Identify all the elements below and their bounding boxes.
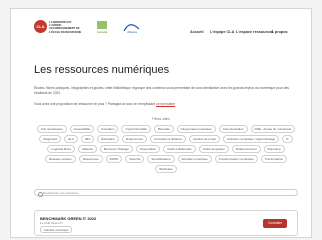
filter-tag[interactable]: Biennale (153, 125, 174, 133)
svg-text:Alberta: Alberta (127, 30, 137, 34)
filter-tag[interactable]: Sobriété numérique (177, 155, 212, 163)
filter-tag[interactable]: Reporting (263, 145, 285, 153)
filter-tag[interactable]: Diagnostic (39, 135, 62, 143)
filter-tag[interactable]: RGPD (105, 155, 123, 163)
filter-tag[interactable]: Transformation numérique (214, 155, 258, 163)
filter-tag[interactable]: Mentorat / Pilotage (99, 145, 133, 153)
cla-logo[interactable]: CLA (34, 20, 47, 33)
filter-tag[interactable]: IMH (80, 135, 95, 143)
filter-tag[interactable]: Ressources (78, 155, 103, 163)
page-title: Les ressources numériques (34, 64, 170, 76)
filter-tag[interactable]: Logiciels libres (47, 145, 76, 153)
resource-card: BENCHMARK GREEN IT 2022 Le Club Green IT… (34, 210, 298, 236)
filter-tag[interactable]: Éducation (97, 135, 119, 143)
filter-tag[interactable]: Formation à distance (150, 135, 187, 143)
filter-tag[interactable]: Matériel (78, 145, 97, 153)
filter-title: Filtres utiles (152, 117, 170, 121)
search-placeholder: Rechercher une ressource (43, 191, 79, 196)
nav-a-propos[interactable]: À propos (271, 30, 288, 34)
partner-logo-canada: Canada (97, 21, 108, 34)
filter-tag[interactable]: Outils de gestion (198, 145, 230, 153)
filter-tag[interactable]: Financement (121, 135, 148, 143)
filter-tag[interactable]: Sensibilisation (147, 155, 175, 163)
filter-tag[interactable]: Webinaire (155, 165, 177, 173)
filter-tag[interactable]: Référencement (232, 145, 261, 153)
filter-tag[interactable]: Accessibilité (69, 125, 95, 133)
resource-source: Le Club Green IT (40, 221, 64, 225)
filter-tag[interactable]: Communication (218, 125, 248, 133)
search-input[interactable]: Rechercher une ressource (34, 189, 298, 197)
resource-tag[interactable]: Sobriété numérique (40, 226, 73, 233)
site-header: CLA LA MINORITÉ EST L'AVENIR • ACCOMPAGN… (11, 9, 311, 47)
page: CLA LA MINORITÉ EST L'AVENIR • ACCOMPAGN… (10, 8, 312, 238)
page-description: Études, fiches pratiques, infographies e… (34, 86, 289, 95)
page-intro: Vous avez une proposition de ressource e… (34, 102, 296, 107)
filter-tag[interactable]: Openedition (135, 145, 161, 153)
filter-tag[interactable]: Citoyenneté numérique (176, 125, 216, 133)
filter-tag[interactable]: Outils collaboratifs (163, 145, 196, 153)
filter-tag[interactable]: Transcréation (260, 155, 288, 163)
nav-ressources[interactable]: L'espace ressources (236, 30, 273, 34)
nav-equipe[interactable]: L'équipe CLA (210, 30, 234, 34)
filter-tag[interactable]: Cybercriminalité (121, 125, 151, 133)
filter-tag[interactable]: Gestion de projet (189, 135, 220, 143)
intro-text: Vous avez une proposition de ressource e… (34, 102, 156, 107)
form-link[interactable]: ce formulaire (156, 102, 175, 106)
filter-tag[interactable]: ELA (64, 135, 78, 143)
filter-tag[interactable]: DNE - Année du numérique (250, 125, 296, 133)
browser-frame: CLA LA MINORITÉ EST L'AVENIR • ACCOMPAGN… (0, 0, 322, 240)
filter-tag[interactable]: Arts numériques (36, 125, 67, 133)
filter-tag[interactable]: Sécurité (125, 155, 145, 163)
filter-tag[interactable]: Inclusion numérique / apprentissage (222, 135, 280, 143)
nav-accueil[interactable]: Accueil (190, 30, 204, 34)
filter-tags: Arts numériques Accessibilité Animation Cyb… (34, 125, 298, 173)
consult-button[interactable]: Consulter (263, 219, 287, 228)
partner-logo-alberta: Alberta (123, 24, 140, 34)
filter-tag[interactable]: Animation (97, 125, 119, 133)
cla-logo-text: LA MINORITÉ EST L'AVENIR • ACCOMPAGNEMEN… (49, 21, 82, 34)
filter-tag[interactable]: Réseaux sociaux (44, 155, 76, 163)
svg-text:Canada: Canada (97, 30, 108, 34)
filter-tag[interactable]: IT (282, 135, 293, 143)
